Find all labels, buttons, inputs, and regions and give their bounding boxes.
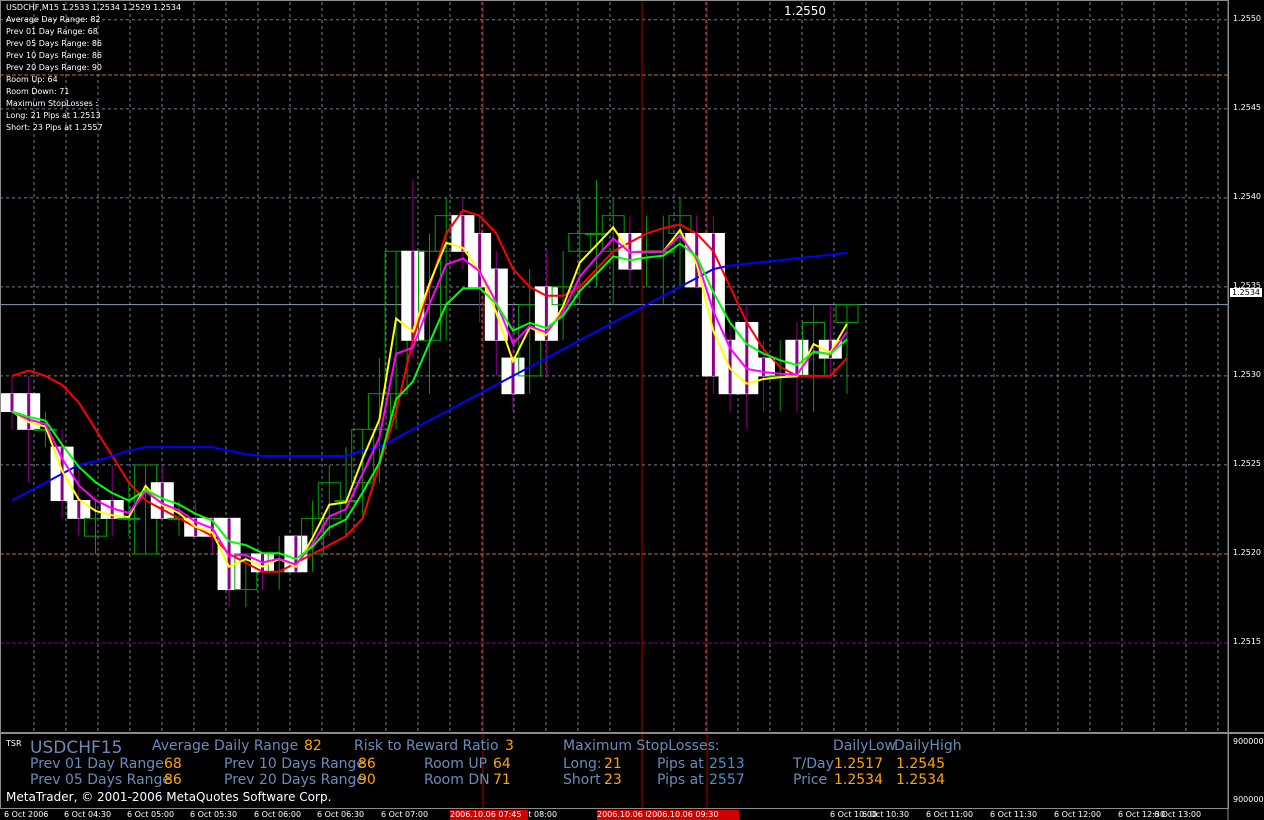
price-label: Price — [793, 772, 828, 788]
prev05-label: Prev 05 Days Range — [30, 772, 172, 788]
rr-label: Risk to Reward Ratio — [354, 738, 499, 754]
bull-candle — [585, 232, 608, 235]
time-tick-label: 6 Oct 12:00 — [1054, 810, 1102, 819]
room-up-value: 64 — [493, 756, 511, 772]
subwindow-scale-top: 900000 — [1233, 737, 1264, 746]
copyright-text: MetaTrader, © 2001-2006 MetaQuotes Softw… — [6, 790, 332, 804]
room-dn-value: 71 — [493, 772, 511, 788]
crosshair-time-label: 2006.10.06 09:00 — [597, 810, 647, 820]
time-tick-label: 6 Oct 11:00 — [926, 810, 974, 819]
prev20-label: Prev 20 Days Range — [224, 772, 366, 788]
subwindow-scale-bottom: 900000 — [1233, 795, 1264, 804]
info-line: Prev 05 Days Range: 86 — [6, 39, 102, 48]
chart-border — [0, 0, 1229, 809]
subwindow-label: TSR — [6, 739, 22, 748]
price-tick-label: 1.2545 — [1233, 102, 1261, 112]
chart-frame — [0, 0, 1264, 820]
short-label: Short — [563, 772, 601, 788]
price-tick-label: 1.2530 — [1233, 369, 1261, 379]
time-tick-label: 6 Oct 05:00 — [127, 810, 175, 819]
time-tick-label: 6 Oct 05:30 — [190, 810, 238, 819]
level-lines — [0, 2, 1228, 812]
prev01-value: 68 — [164, 756, 182, 772]
tsr-symbol: USDCHF15 — [30, 738, 123, 758]
top-price-label: 1.2550 — [784, 4, 826, 18]
long-value: 21 — [604, 756, 622, 772]
max-sl-label: Maximum StopLosses: — [563, 738, 720, 754]
info-line: Average Day Range: 82 — [6, 15, 101, 24]
tday-low: 1.2517 — [834, 756, 883, 772]
crosshair-time-label: 2006.10.06 07:45 — [450, 810, 528, 820]
price-tick-label: 1.2540 — [1233, 191, 1261, 201]
long-price: 2513 — [709, 756, 745, 772]
time-tick-label: 6 Oct 13:00 — [1154, 810, 1202, 819]
price-high: 1.2534 — [896, 772, 945, 788]
rr-value: 3 — [505, 738, 514, 754]
time-tick-label: 6 Oct 07:00 — [381, 810, 429, 819]
time-tick-label: 6 Oct 04:30 — [64, 810, 112, 819]
time-tick-label: 6 Oct 06:30 — [317, 810, 365, 819]
long-label: Long: — [563, 756, 602, 772]
time-tick-label: 6 Oct 2006 — [4, 810, 49, 819]
info-line: Prev 01 Day Range: 68 — [6, 27, 98, 36]
tday-label: T/Day — [793, 756, 834, 772]
avg-range-value: 82 — [304, 738, 322, 754]
price-tick-label: 1.2520 — [1233, 547, 1261, 557]
crosshair-time-label: 2006.10.06 09:30 — [647, 810, 739, 820]
price-low: 1.2534 — [834, 772, 883, 788]
bull-candle — [117, 517, 141, 520]
daily-low-label: DailyLow — [833, 738, 896, 754]
short-value: 23 — [604, 772, 622, 788]
info-line: Prev 10 Days Range: 86 — [6, 51, 102, 60]
info-line: Prev 20 Days Range: 90 — [6, 63, 102, 72]
price-tick-label: 1.2525 — [1233, 458, 1261, 468]
time-tick-label: 6 Oct 06:00 — [254, 810, 302, 819]
info-line: Room Up: 64 — [6, 75, 58, 84]
chart-symbol-line: USDCHF,M15 1.2533 1.2534 1.2529 1.2534 — [6, 3, 182, 12]
price-tick-label: 1.2515 — [1233, 636, 1261, 646]
tday-high: 1.2545 — [896, 756, 945, 772]
prev01-label: Prev 01 Day Range — [30, 756, 164, 772]
long-pips-at-label: Pips at — [657, 756, 704, 772]
prev10-value: 86 — [358, 756, 376, 772]
prev20-value: 90 — [358, 772, 376, 788]
info-line: Room Down: 71 — [6, 87, 70, 96]
prev05-value: 86 — [164, 772, 182, 788]
info-line: Maximum StopLosses : — [6, 99, 99, 108]
chart-grid — [0, 2, 1228, 732]
current-price-label: 1.2534 — [1230, 288, 1262, 297]
room-dn-label: Room DN — [424, 772, 490, 788]
short-pips-at-label: Pips at — [657, 772, 704, 788]
price-chart[interactable] — [0, 0, 1264, 820]
info-line: Short: 23 Pips at 1.2557 — [6, 123, 103, 132]
time-tick-label: 6 Oct 11:30 — [990, 810, 1038, 819]
time-tick-label: 6 Oct 10:30 — [862, 810, 910, 819]
daily-high-label: DailyHigh — [894, 738, 962, 754]
prev10-label: Prev 10 Days Range — [224, 756, 366, 772]
avg-range-label: Average Daily Range — [152, 738, 299, 754]
info-line: Long: 21 Pips at 1.2513 — [6, 111, 101, 120]
price-tick-label: 1.2550 — [1233, 13, 1261, 23]
room-up-label: Room UP — [424, 756, 488, 772]
short-price: 2557 — [709, 772, 745, 788]
